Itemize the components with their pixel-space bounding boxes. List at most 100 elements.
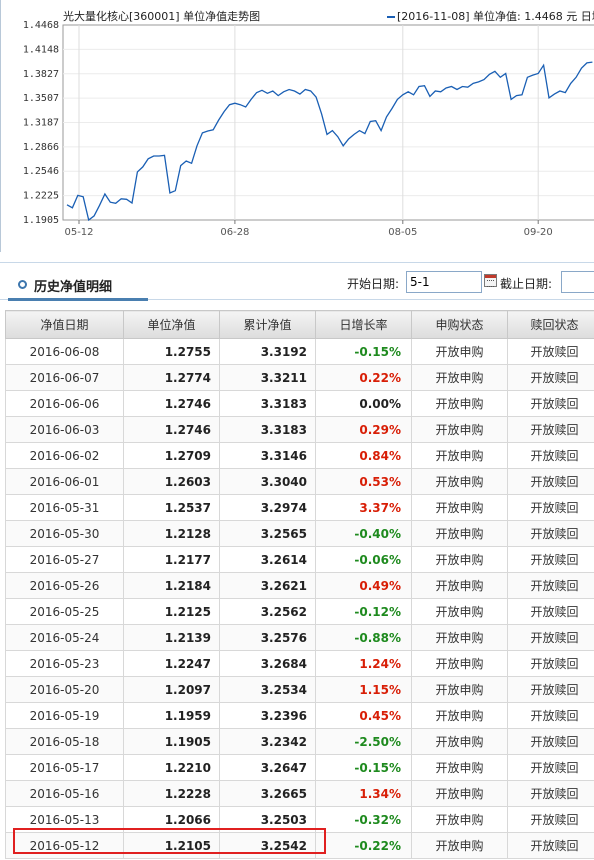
cell-unit-nav: 1.1905 [123,728,220,755]
cell-daily-growth: -0.15% [315,754,412,781]
cell-cumulative-nav: 3.3040 [219,468,316,495]
cell-daily-growth: 1.24% [315,650,412,677]
cell-unit-nav: 1.2709 [123,442,220,469]
cell-unit-nav: 1.2184 [123,572,220,599]
chart-canvas: 1.4468 1.4148 1.3827 1.3507 1.3187 1.2866 1.25… [23,20,594,238]
table-row: 2016-05-30 1.2128 3.2565 -0.40% 开放申购 开放赎回 [5,520,594,547]
cell-unit-nav: 1.2177 [123,546,220,573]
cell-unit-nav: 1.2139 [123,624,220,651]
cell-unit-nav: 1.2603 [123,468,220,495]
cell-daily-growth: -0.06% [315,546,412,573]
y-tick-label: 1.2866 [23,142,59,153]
header-nav-date[interactable]: 净值日期 [5,310,124,339]
start-date-label: 开始日期: [347,277,400,291]
cell-cumulative-nav: 3.3183 [219,416,316,443]
cell-redeem-status: 开放赎回 [507,676,594,703]
cell-date: 2016-06-07 [5,364,124,391]
cell-cumulative-nav: 3.3192 [219,338,316,365]
cell-cumulative-nav: 3.2614 [219,546,316,573]
cell-cumulative-nav: 3.2576 [219,624,316,651]
cell-daily-growth: -0.40% [315,520,412,547]
x-tick-label: 06-28 [220,227,249,238]
cell-date: 2016-06-06 [5,390,124,417]
cell-purchase-status: 开放申购 [411,780,508,807]
y-tick-label: 1.3507 [23,93,59,104]
cell-redeem-status: 开放赎回 [507,416,594,443]
cell-cumulative-nav: 3.2396 [219,702,316,729]
x-tick-label: 05-12 [64,227,93,238]
cell-purchase-status: 开放申购 [411,494,508,521]
cell-date: 2016-05-19 [5,702,124,729]
cell-purchase-status: 开放申购 [411,624,508,651]
y-tick-label: 1.2546 [23,166,59,177]
cell-unit-nav: 1.2125 [123,598,220,625]
cell-unit-nav: 1.2247 [123,650,220,677]
cell-purchase-status: 开放申购 [411,546,508,573]
cell-daily-growth: 0.49% [315,572,412,599]
cell-purchase-status: 开放申购 [411,468,508,495]
y-tick-label: 1.3827 [23,69,59,80]
cell-unit-nav: 1.2537 [123,494,220,521]
table-row: 2016-05-26 1.2184 3.2621 0.49% 开放申购 开放赎回 [5,572,594,599]
cell-cumulative-nav: 3.2974 [219,494,316,521]
table-row: 2016-05-17 1.2210 3.2647 -0.15% 开放申购 开放赎回 [5,754,594,781]
table-row: 2016-05-20 1.2097 3.2534 1.15% 开放申购 开放赎回 [5,676,594,703]
cell-unit-nav: 1.2097 [123,676,220,703]
cell-unit-nav: 1.2228 [123,780,220,807]
cell-redeem-status: 开放赎回 [507,832,594,859]
end-date-input[interactable] [561,271,594,293]
cell-purchase-status: 开放申购 [411,338,508,365]
cell-unit-nav: 1.2774 [123,364,220,391]
cell-date: 2016-05-31 [5,494,124,521]
table-body: 2016-06-08 1.2755 3.3192 -0.15% 开放申购 开放赎回 2016… [5,338,594,859]
cell-unit-nav: 1.2210 [123,754,220,781]
calendar-icon[interactable] [484,274,497,287]
cell-daily-growth: 0.45% [315,702,412,729]
cell-daily-growth: -2.50% [315,728,412,755]
table-row: 2016-05-24 1.2139 3.2576 -0.88% 开放申购 开放赎回 [5,624,594,651]
cell-date: 2016-05-26 [5,572,124,599]
cell-purchase-status: 开放申购 [411,832,508,859]
cell-date: 2016-05-24 [5,624,124,651]
cell-cumulative-nav: 3.3183 [219,390,316,417]
cell-date: 2016-05-25 [5,598,124,625]
cell-daily-growth: 3.37% [315,494,412,521]
cell-redeem-status: 开放赎回 [507,598,594,625]
cell-purchase-status: 开放申购 [411,390,508,417]
header-unit-nav[interactable]: 单位净值 [123,310,220,339]
header-cumulative-nav[interactable]: 累计净值 [219,310,316,339]
cell-date: 2016-06-02 [5,442,124,469]
cell-daily-growth: 1.34% [315,780,412,807]
cell-date: 2016-05-17 [5,754,124,781]
history-nav-tab[interactable]: 历史净值明细 [8,269,148,301]
cell-purchase-status: 开放申购 [411,728,508,755]
header-purchase-status[interactable]: 申购状态 [411,310,508,339]
cell-cumulative-nav: 3.2534 [219,676,316,703]
start-date-input[interactable] [406,271,482,293]
table-row: 2016-05-19 1.1959 3.2396 0.45% 开放申购 开放赎回 [5,702,594,729]
circle-bullet-icon [18,280,27,289]
cell-daily-growth: 0.22% [315,364,412,391]
cell-daily-growth: 0.00% [315,390,412,417]
cell-purchase-status: 开放申购 [411,754,508,781]
cell-cumulative-nav: 3.2562 [219,598,316,625]
header-daily-growth[interactable]: 日增长率 [315,310,412,339]
cell-daily-growth: 0.29% [315,416,412,443]
table-row: 2016-05-18 1.1905 3.2342 -2.50% 开放申购 开放赎回 [5,728,594,755]
cell-purchase-status: 开放申购 [411,650,508,677]
chart-title: 光大量化核心[360001] 单位净值走势图 [63,10,261,23]
header-redeem-status[interactable]: 赎回状态 [507,310,594,339]
cell-redeem-status: 开放赎回 [507,728,594,755]
cell-date: 2016-05-27 [5,546,124,573]
cell-daily-growth: 0.84% [315,442,412,469]
cell-redeem-status: 开放赎回 [507,546,594,573]
cell-redeem-status: 开放赎回 [507,390,594,417]
y-tick-label: 1.4468 [23,20,59,31]
table-row: 2016-05-16 1.2228 3.2665 1.34% 开放申购 开放赎回 [5,780,594,807]
table-header-row: 净值日期 单位净值 累计净值 日增长率 申购状态 赎回状态 [5,310,594,339]
cell-purchase-status: 开放申购 [411,520,508,547]
cell-redeem-status: 开放赎回 [507,520,594,547]
cell-purchase-status: 开放申购 [411,598,508,625]
table-row: 2016-06-01 1.2603 3.3040 0.53% 开放申购 开放赎回 [5,468,594,495]
cell-daily-growth: -0.88% [315,624,412,651]
